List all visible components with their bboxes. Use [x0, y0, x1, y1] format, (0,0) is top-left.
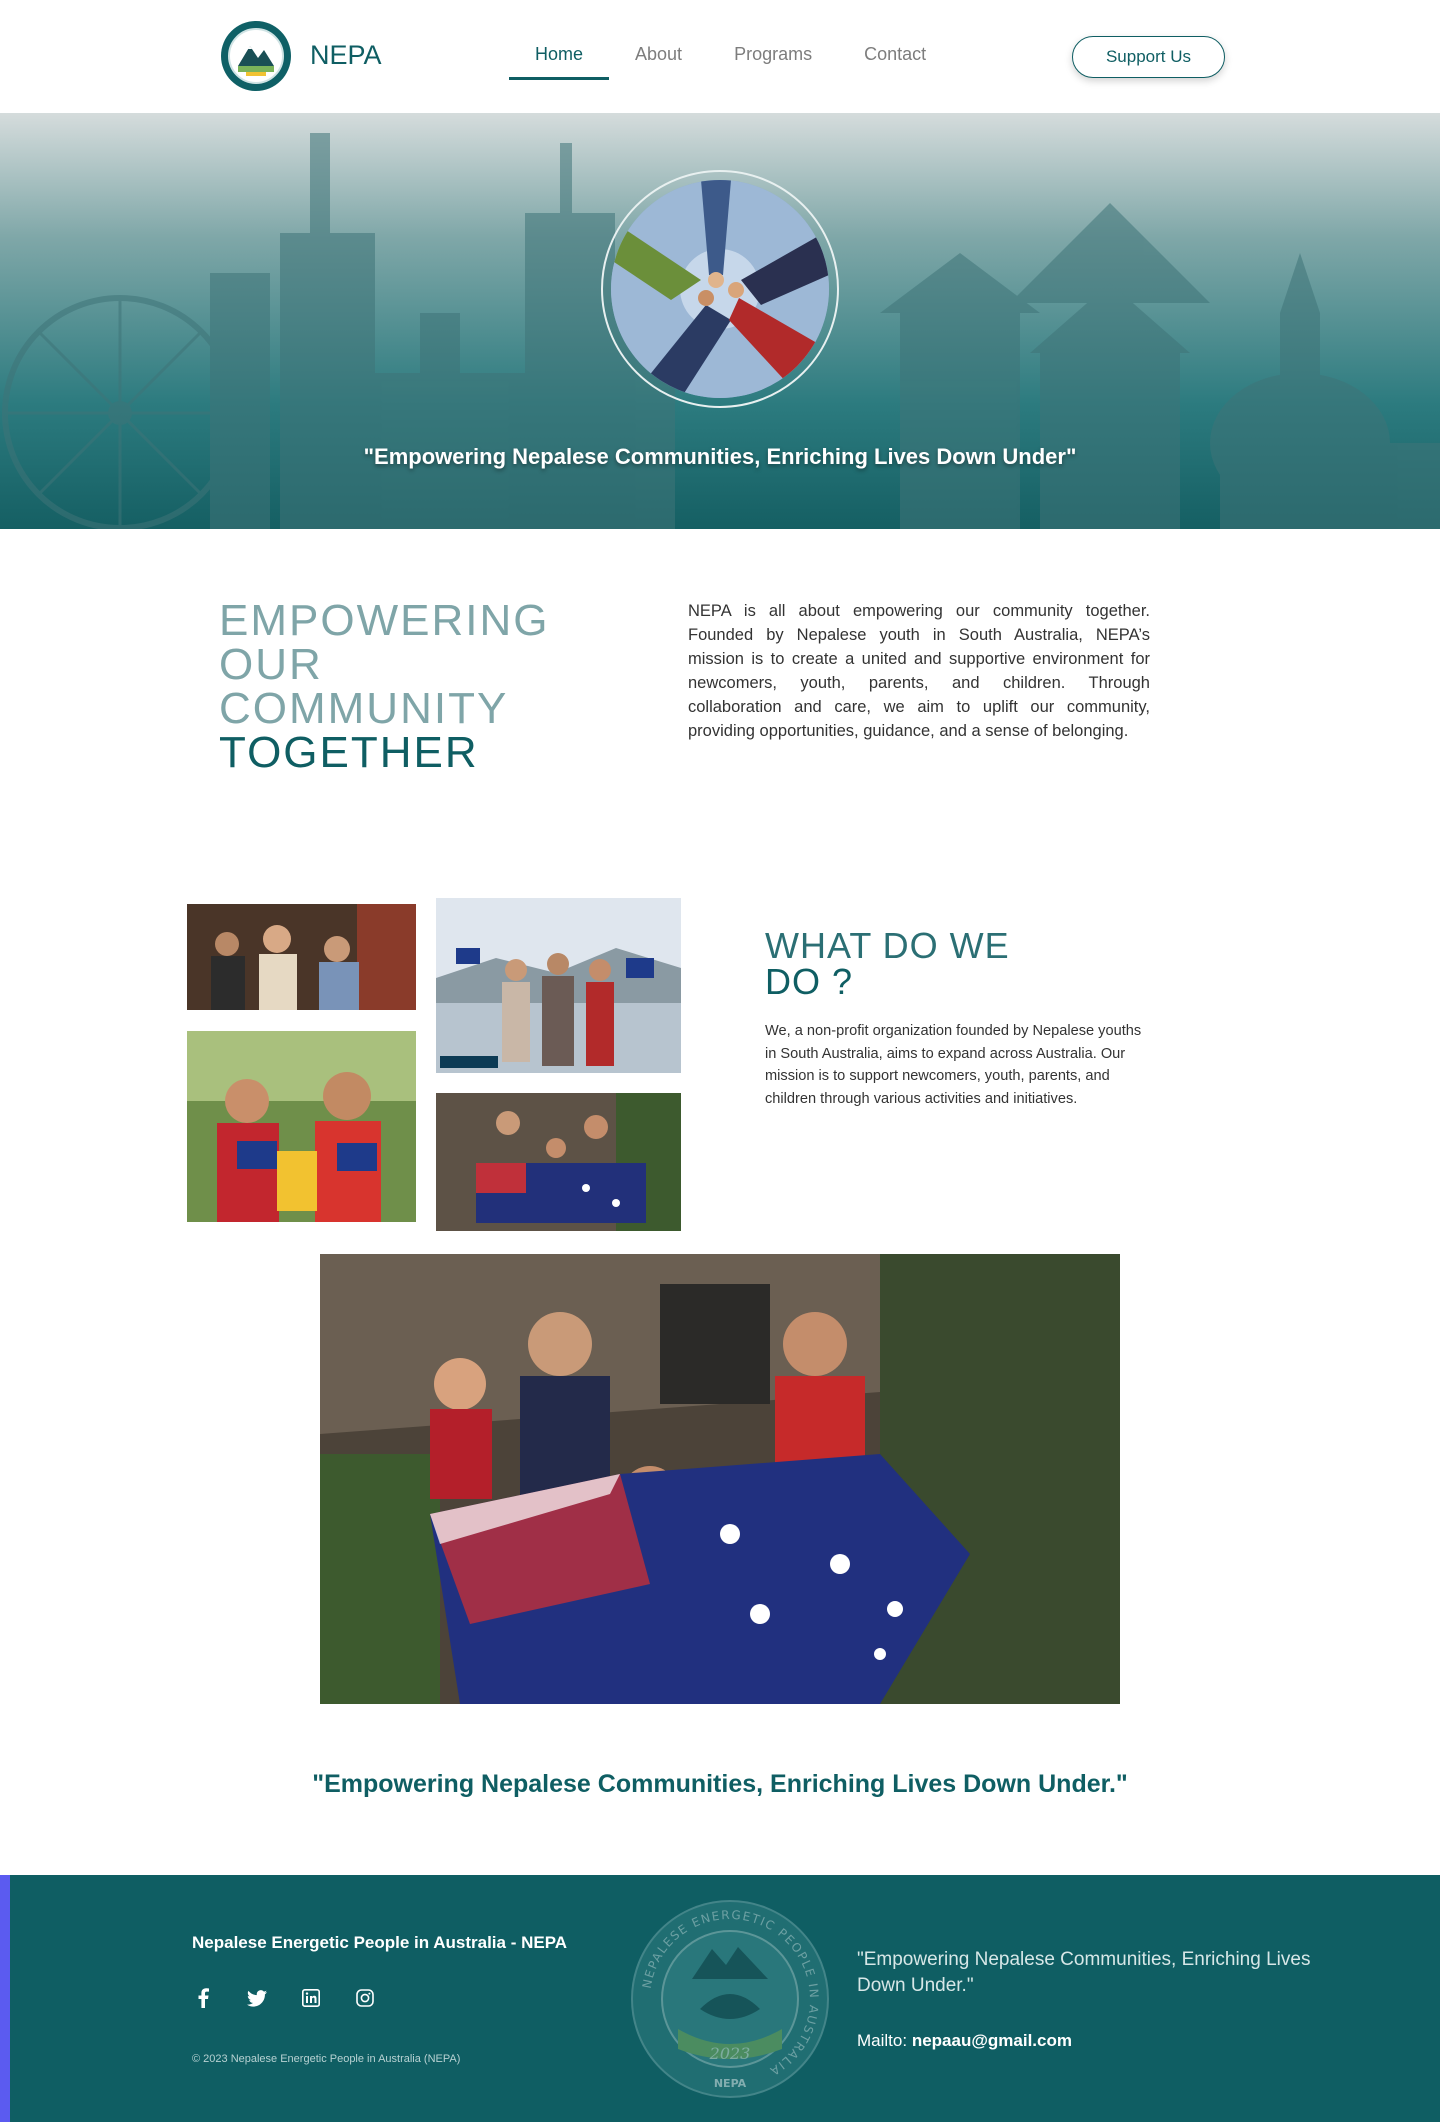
hero-banner: "Empowering Nepalese Communities, Enrich…	[0, 113, 1440, 529]
email-link[interactable]: nepaau@gmail.com	[912, 2031, 1072, 2050]
twitter-icon[interactable]	[246, 1987, 268, 2009]
nav-about[interactable]: About	[609, 44, 708, 80]
intro-heading-line-1: EMPOWERING	[219, 596, 550, 645]
brand-name[interactable]: NEPA	[310, 40, 382, 71]
what-we-do-heading: WHAT DO WE DO ?	[765, 928, 1010, 1000]
footer-org-name: Nepalese Energetic People in Australia -…	[192, 1933, 568, 1952]
social-links	[192, 1987, 376, 2009]
footer-logo-tag: NEPA	[714, 2077, 747, 2090]
site-footer: Nepalese Energetic People in Australia -…	[0, 1875, 1440, 2122]
facebook-icon[interactable]	[192, 1987, 214, 2009]
nav-contact[interactable]: Contact	[838, 44, 952, 80]
intro-heading-strong: TOGETHER	[219, 728, 479, 777]
nepa-footer-logo: NEPALESE ENERGETIC PEOPLE IN AUSTRALIA 2…	[630, 1899, 830, 2099]
footer-logo-year: 2023	[709, 2044, 751, 2063]
support-us-button[interactable]: Support Us	[1072, 36, 1225, 78]
what-we-do-heading-light: WHAT DO WE	[765, 925, 1010, 966]
family-lake-flags-photo	[436, 898, 681, 1073]
instagram-icon[interactable]	[354, 1987, 376, 2009]
nepa-logo[interactable]	[221, 21, 291, 91]
hero-circle-photo	[601, 170, 839, 408]
family-flag-small-photo	[436, 1093, 681, 1231]
nav-home[interactable]: Home	[509, 44, 610, 80]
intro-paragraph: NEPA is all about empowering our communi…	[688, 602, 1150, 740]
copyright-notice: © 2023 Nepalese Energetic People in Aust…	[192, 2053, 461, 2065]
mailto-label: Mailto:	[857, 2031, 908, 2050]
what-we-do-heading-strong: DO ?	[765, 961, 854, 1002]
footer-accent-bar	[0, 1875, 10, 2122]
intro-heading-line-3: COMMUNITY	[219, 684, 509, 733]
nav-programs[interactable]: Programs	[708, 44, 838, 80]
hands-together-photo	[611, 180, 829, 398]
linkedin-icon[interactable]	[300, 1987, 322, 2009]
family-flag-large-photo	[320, 1254, 1120, 1704]
closing-tagline: "Empowering Nepalese Communities, Enrich…	[312, 1770, 1128, 1798]
intro-heading: EMPOWERING OUR COMMUNITY TOGETHER	[219, 599, 549, 775]
hero-tagline: "Empowering Nepalese Communities, Enrich…	[363, 444, 1077, 469]
site-header: NEPA Home About Programs Contact Support…	[0, 0, 1440, 113]
cultural-dancers-photo	[187, 1031, 416, 1222]
what-we-do-paragraph: We, a non-profit organization founded by…	[765, 1023, 1142, 1107]
footer-tagline: "Empowering Nepalese Communities, Enrich…	[857, 1949, 1311, 1996]
cafe-group-photo	[187, 904, 416, 1010]
footer-mailto: Mailto: nepaau@gmail.com	[857, 2031, 1072, 2051]
logo-emblem	[228, 28, 284, 84]
main-nav: Home About Programs Contact	[509, 44, 952, 80]
intro-heading-line-2: OUR	[219, 640, 323, 689]
